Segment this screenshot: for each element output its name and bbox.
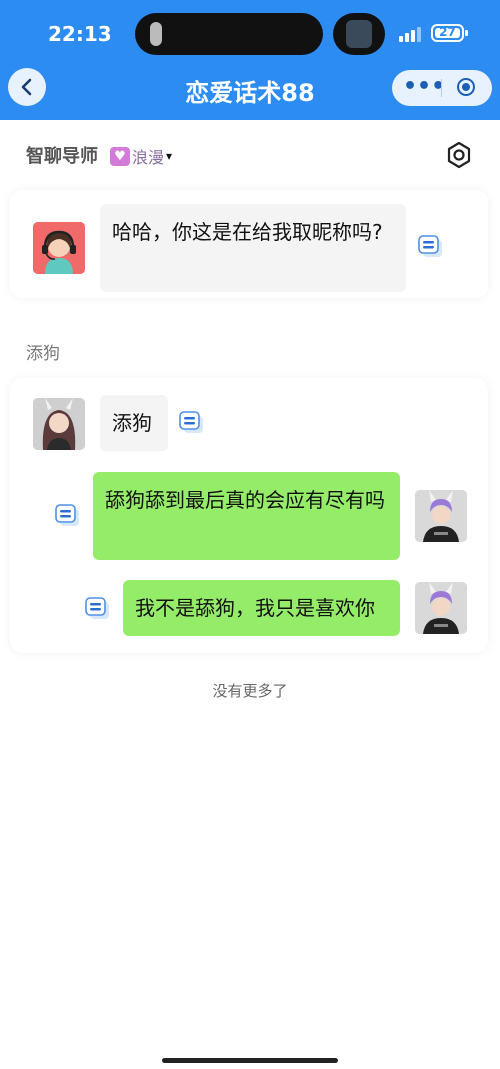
- flashlight-icon: [150, 22, 162, 46]
- message-bubble-outgoing: 我不是舔狗，我只是喜欢你: [123, 580, 400, 636]
- heart-icon: ♥: [110, 146, 130, 166]
- settings-icon[interactable]: [445, 141, 473, 169]
- mentor-avatar: [33, 222, 85, 274]
- user-avatar: [415, 490, 467, 542]
- copy-icon[interactable]: [55, 504, 81, 528]
- message-bubble-outgoing: 舔狗舔到最后真的会应有尽有吗: [93, 472, 400, 560]
- conversation-label: 添狗: [26, 344, 60, 364]
- mentor-message: 哈哈，你这是在给我取昵称吗?: [100, 204, 406, 292]
- more-options-icon[interactable]: •••: [403, 72, 445, 104]
- dynamic-island: [135, 13, 323, 55]
- status-time: 22:13: [48, 22, 112, 46]
- user-avatar: [415, 582, 467, 634]
- copy-icon[interactable]: [418, 235, 444, 259]
- home-indicator: [162, 1058, 338, 1063]
- copy-icon[interactable]: [179, 411, 205, 435]
- no-more-text: 没有更多了: [212, 682, 288, 700]
- signal-icon: [399, 26, 425, 42]
- partner-avatar: [33, 398, 85, 450]
- close-miniprogram-icon[interactable]: [457, 78, 475, 96]
- battery-level: 27: [439, 25, 456, 39]
- caret-down-icon: ▾: [166, 149, 173, 163]
- album-art-icon: [346, 20, 372, 48]
- mode-selector[interactable]: ♥ 浪漫 ▾: [110, 146, 173, 167]
- mode-label: 浪漫: [132, 148, 165, 167]
- message-bubble-incoming: 添狗: [100, 395, 168, 451]
- mentor-title: 智聊导师: [26, 146, 98, 167]
- copy-icon[interactable]: [85, 597, 111, 621]
